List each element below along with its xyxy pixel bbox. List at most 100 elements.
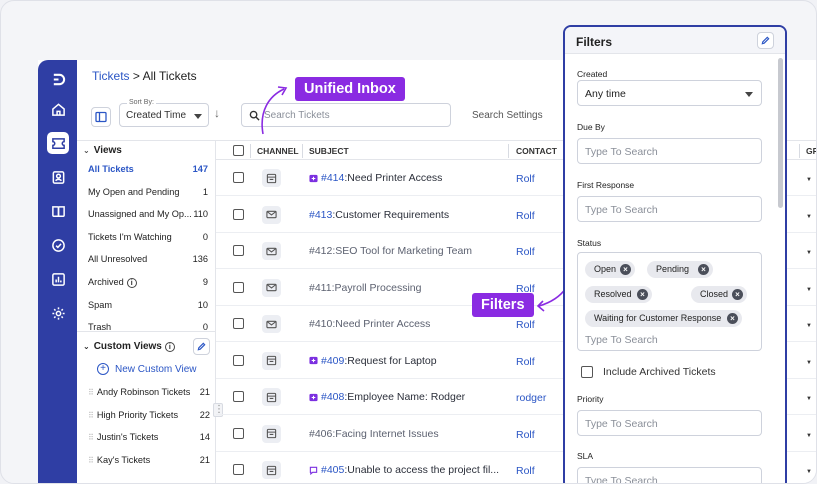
- ticket-id[interactable]: #408: [321, 391, 344, 403]
- ticket-group-select[interactable]: ▼IT: [806, 356, 816, 366]
- ticket-id[interactable]: #414: [321, 172, 344, 184]
- include-archived-toggle[interactable]: Include Archived Tickets: [581, 366, 716, 378]
- reports-icon[interactable]: [47, 268, 69, 290]
- custom-view-item[interactable]: ⠿ Andy Robinson Tickets 21: [88, 387, 210, 397]
- ticket-contact-link[interactable]: Rolf: [516, 465, 535, 477]
- view-item[interactable]: My Open and Pending 1: [88, 187, 208, 197]
- ticket-subject[interactable]: #413: Customer Requirements: [309, 209, 449, 221]
- ticket-group-select[interactable]: ▼IT: [806, 465, 816, 475]
- edit-custom-views-button[interactable]: [193, 338, 210, 355]
- custom-view-item[interactable]: ⠿ Kay's Tickets 21: [88, 455, 210, 465]
- filters-scrollbar[interactable]: [778, 58, 783, 208]
- view-item[interactable]: Unassigned and My Op... 110: [88, 209, 208, 219]
- ticket-contact-link[interactable]: Rolf: [516, 429, 535, 441]
- remove-chip-icon[interactable]: ×: [698, 264, 709, 275]
- row-checkbox[interactable]: [233, 245, 244, 256]
- drag-handle-icon[interactable]: ⠿: [88, 456, 94, 465]
- status-chip[interactable]: Open ×: [585, 261, 635, 278]
- search-box[interactable]: [241, 103, 451, 127]
- view-item[interactable]: All Unresolved 136: [88, 254, 208, 264]
- settings-gear-icon[interactable]: [47, 302, 69, 324]
- ticket-subject[interactable]: #405: Unable to access the project fil..…: [309, 464, 499, 476]
- row-checkbox[interactable]: [233, 354, 244, 366]
- view-item[interactable]: All Tickets 147: [88, 164, 208, 174]
- priority-field[interactable]: Type To Search: [577, 410, 762, 436]
- view-item[interactable]: Archived i 9: [88, 277, 208, 288]
- status-chip[interactable]: Resolved ×: [585, 286, 652, 303]
- remove-chip-icon[interactable]: ×: [727, 313, 738, 324]
- ticket-contact-link[interactable]: rodger: [516, 392, 546, 404]
- view-item[interactable]: Tickets I'm Watching 0: [88, 232, 208, 242]
- ticket-contact-link[interactable]: Rolf: [516, 356, 535, 368]
- ticket-id[interactable]: #412: [309, 245, 332, 257]
- column-header-contact[interactable]: CONTACT: [516, 146, 557, 156]
- search-input[interactable]: [264, 107, 444, 123]
- status-search-field[interactable]: Type To Search: [585, 334, 658, 346]
- row-checkbox[interactable]: [233, 427, 244, 439]
- ticket-group-select[interactable]: ▼HI: [806, 392, 816, 402]
- created-select[interactable]: Any time: [577, 80, 762, 106]
- row-checkbox[interactable]: [233, 208, 244, 220]
- status-multiselect[interactable]: Open × Pending × Resolved × Closed × Waiting for…: [577, 252, 762, 351]
- sla-field[interactable]: Type To Search: [577, 467, 762, 483]
- ticket-id[interactable]: #413: [309, 209, 332, 221]
- status-chip[interactable]: Pending ×: [647, 261, 713, 278]
- contacts-icon[interactable]: [47, 166, 69, 188]
- column-header-group[interactable]: GR: [806, 146, 816, 156]
- ticket-id[interactable]: #410: [309, 318, 332, 330]
- ticket-group-select[interactable]: ▼Fi: [806, 246, 816, 256]
- column-header-subject[interactable]: SUBJECT: [309, 146, 349, 156]
- row-checkbox[interactable]: [233, 281, 244, 293]
- view-item[interactable]: Spam 10: [88, 300, 208, 310]
- ticket-subject[interactable]: #406: Facing Internet Issues: [309, 428, 439, 440]
- status-chip[interactable]: Closed ×: [691, 286, 747, 303]
- custom-view-item[interactable]: ⠿ Justin's Tickets 14: [88, 432, 210, 442]
- custom-views-heading[interactable]: ⌄ Custom Views i: [83, 341, 175, 352]
- remove-chip-icon[interactable]: ×: [732, 289, 743, 300]
- views-heading[interactable]: ⌄ Views: [83, 145, 122, 156]
- drag-handle-icon[interactable]: ⠿: [88, 388, 94, 397]
- ticket-subject[interactable]: #414: Need Printer Access: [309, 172, 442, 184]
- ticket-contact-link[interactable]: Rolf: [516, 319, 535, 331]
- sort-by-select[interactable]: Created Time: [119, 103, 209, 127]
- ticket-group-select[interactable]: ▼Sa: [806, 210, 816, 220]
- ticket-id[interactable]: #405: [321, 464, 344, 476]
- ticket-subject[interactable]: #408: Employee Name: Rodger: [309, 391, 465, 403]
- ticket-group-select[interactable]: ▼LT: [806, 429, 816, 439]
- ticket-contact-link[interactable]: Rolf: [516, 210, 535, 222]
- first-response-field[interactable]: Type To Search: [577, 196, 762, 222]
- edit-filters-button[interactable]: [757, 32, 774, 49]
- ticket-group-select[interactable]: ▼IT: [806, 173, 816, 183]
- breadcrumb-tickets-link[interactable]: Tickets: [92, 69, 130, 83]
- row-checkbox[interactable]: [233, 391, 244, 402]
- custom-view-item[interactable]: ⠿ High Priority Tickets 22: [88, 410, 210, 420]
- ticket-subject[interactable]: #410: Need Printer Access: [309, 318, 430, 330]
- ticket-contact-link[interactable]: Rolf: [516, 246, 535, 258]
- due-by-field[interactable]: Type To Search: [577, 138, 762, 164]
- info-icon[interactable]: i: [126, 278, 137, 288]
- column-header-channel[interactable]: CHANNEL: [257, 146, 299, 156]
- home-icon[interactable]: [47, 98, 69, 120]
- status-chip[interactable]: Waiting for Customer Response ×: [585, 310, 742, 327]
- ticket-subject[interactable]: #411: Payroll Processing: [309, 282, 421, 294]
- ticket-id[interactable]: #406: [309, 428, 332, 440]
- remove-chip-icon[interactable]: ×: [620, 264, 631, 275]
- row-checkbox[interactable]: [233, 464, 244, 475]
- include-archived-checkbox[interactable]: [581, 366, 593, 378]
- new-custom-view-button[interactable]: + New Custom View: [97, 363, 197, 375]
- info-icon[interactable]: i: [164, 342, 175, 352]
- drag-handle-icon[interactable]: ⠿: [88, 411, 94, 420]
- logo-icon[interactable]: [47, 68, 69, 90]
- ticket-id[interactable]: #411: [309, 282, 332, 294]
- knowledge-base-icon[interactable]: [47, 200, 69, 222]
- remove-chip-icon[interactable]: ×: [637, 289, 648, 300]
- ticket-subject[interactable]: #409: Request for Laptop: [309, 355, 437, 367]
- tasks-icon[interactable]: [47, 234, 69, 256]
- row-checkbox[interactable]: [233, 172, 244, 183]
- tickets-icon[interactable]: [47, 132, 69, 154]
- drag-handle-icon[interactable]: ⠿: [88, 433, 94, 442]
- select-all-checkbox[interactable]: [233, 145, 244, 156]
- ticket-group-select[interactable]: ▼IT: [806, 319, 816, 329]
- ticket-contact-link[interactable]: Rolf: [516, 173, 535, 185]
- ticket-group-select[interactable]: ▼HI: [806, 283, 816, 293]
